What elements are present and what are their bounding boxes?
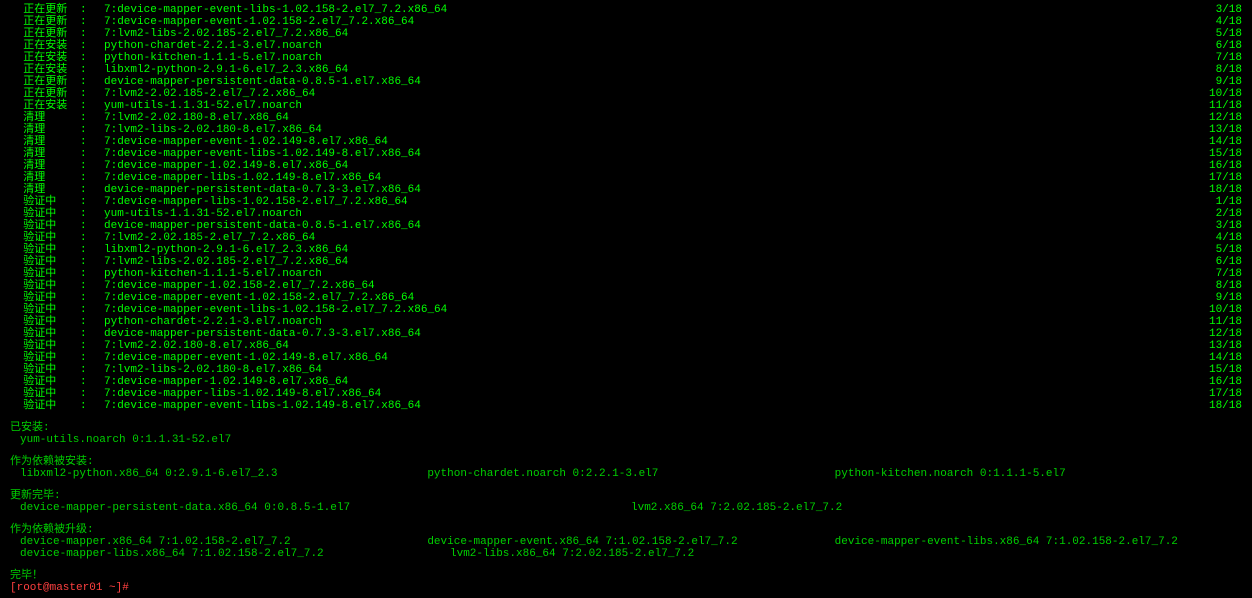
progress-row: 验证中: 7:device-mapper-event-libs-1.02.158…: [10, 304, 1242, 316]
progress-row: 正在安装: libxml2-python-2.9.1-6.el7_2.3.x86…: [10, 64, 1242, 76]
progress-row: 正在更新: 7:device-mapper-event-libs-1.02.15…: [10, 4, 1242, 16]
progress-row: 清理: 7:device-mapper-libs-1.02.149-8.el7.…: [10, 172, 1242, 184]
progress-row: 清理: 7:device-mapper-event-libs-1.02.149-…: [10, 148, 1242, 160]
progress-list: 正在更新: 7:device-mapper-event-libs-1.02.15…: [10, 4, 1242, 412]
progress-row: 清理: 7:device-mapper-1.02.149-8.el7.x86_6…: [10, 160, 1242, 172]
list-item: python-chardet.noarch 0:2.2.1-3.el7: [427, 468, 834, 480]
progress-row: 验证中: device-mapper-persistent-data-0.7.3…: [10, 328, 1242, 340]
dep-updated-section: 作为依赖被升级: device-mapper.x86_64 7:1.02.158…: [10, 524, 1242, 560]
list-item: lvm2.x86_64 7:2.02.185-2.el7_7.2: [631, 502, 1242, 514]
list-item: libxml2-python.x86_64 0:2.9.1-6.el7_2.3: [20, 468, 427, 480]
dep-installed-list: libxml2-python.x86_64 0:2.9.1-6.el7_2.3p…: [10, 468, 1242, 480]
list-item: lvm2-libs.x86_64 7:2.02.185-2.el7_7.2: [450, 548, 880, 560]
progress-row: 验证中: 7:device-mapper-event-1.02.158-2.el…: [10, 292, 1242, 304]
progress-row: 正在安装: python-chardet-2.2.1-3.el7.noarch6…: [10, 40, 1242, 52]
progress-row: 正在安装: python-kitchen-1.1.1-5.el7.noarch7…: [10, 52, 1242, 64]
shell-prompt[interactable]: [root@master01 ~]#: [10, 582, 1242, 594]
progress-row: 正在安装: yum-utils-1.1.31-52.el7.noarch11/1…: [10, 100, 1242, 112]
progress-row: 验证中: device-mapper-persistent-data-0.8.5…: [10, 220, 1242, 232]
progress-row: 验证中: python-kitchen-1.1.1-5.el7.noarch7/…: [10, 268, 1242, 280]
prompt-user: [root@master01 ~]#: [10, 582, 129, 594]
updated-section: 更新完毕: device-mapper-persistent-data.x86_…: [10, 490, 1242, 514]
progress-row: 验证中: 7:lvm2-libs-2.02.185-2.el7_7.2.x86_…: [10, 256, 1242, 268]
updated-header: 更新完毕:: [10, 490, 1242, 502]
list-item: python-kitchen.noarch 0:1.1.1-5.el7: [835, 468, 1242, 480]
progress-row: 正在更新: device-mapper-persistent-data-0.8.…: [10, 76, 1242, 88]
done-line: 完毕！: [10, 570, 1242, 582]
progress-row: 验证中: 7:device-mapper-event-1.02.149-8.el…: [10, 352, 1242, 364]
progress-row: 验证中: libxml2-python-2.9.1-6.el7_2.3.x86_…: [10, 244, 1242, 256]
list-item: device-mapper-libs.x86_64 7:1.02.158-2.e…: [20, 548, 450, 560]
list-item: device-mapper-persistent-data.x86_64 0:0…: [20, 502, 631, 514]
installed-list: yum-utils.noarch 0:1.1.31-52.el7: [10, 434, 1242, 446]
progress-row: 验证中: 7:lvm2-libs-2.02.180-8.el7.x86_6415…: [10, 364, 1242, 376]
updated-list: device-mapper-persistent-data.x86_64 0:0…: [10, 502, 1242, 514]
list-item: yum-utils.noarch 0:1.1.31-52.el7: [20, 434, 1242, 446]
progress-row: 验证中: 7:device-mapper-event-libs-1.02.149…: [10, 400, 1242, 412]
progress-row: 验证中: 7:lvm2-2.02.180-8.el7.x86_6413/18: [10, 340, 1242, 352]
installed-section: 已安装: yum-utils.noarch 0:1.1.31-52.el7: [10, 422, 1242, 446]
progress-row: 验证中: 7:device-mapper-libs-1.02.149-8.el7…: [10, 388, 1242, 400]
dep-updated-list: device-mapper.x86_64 7:1.02.158-2.el7_7.…: [10, 536, 1242, 560]
progress-row: 正在更新: 7:device-mapper-event-1.02.158-2.e…: [10, 16, 1242, 28]
progress-row: 验证中: 7:device-mapper-1.02.158-2.el7_7.2.…: [10, 280, 1242, 292]
progress-row: 清理: 7:lvm2-2.02.180-8.el7.x86_6412/18: [10, 112, 1242, 124]
progress-row: 正在更新: 7:lvm2-2.02.185-2.el7_7.2.x86_6410…: [10, 88, 1242, 100]
progress-row: 清理: 7:device-mapper-event-1.02.149-8.el7…: [10, 136, 1242, 148]
progress-row: 清理: 7:lvm2-libs-2.02.180-8.el7.x86_6413/…: [10, 124, 1242, 136]
installed-header: 已安装:: [10, 422, 1242, 434]
dep-installed-header: 作为依赖被安装:: [10, 456, 1242, 468]
progress-row: 验证中: 7:lvm2-2.02.185-2.el7_7.2.x86_644/1…: [10, 232, 1242, 244]
progress-row: 清理: device-mapper-persistent-data-0.7.3-…: [10, 184, 1242, 196]
progress-row: 验证中: python-chardet-2.2.1-3.el7.noarch11…: [10, 316, 1242, 328]
dep-installed-section: 作为依赖被安装: libxml2-python.x86_64 0:2.9.1-6…: [10, 456, 1242, 480]
progress-row: 正在更新: 7:lvm2-libs-2.02.185-2.el7_7.2.x86…: [10, 28, 1242, 40]
progress-row: 验证中: 7:device-mapper-libs-1.02.158-2.el7…: [10, 196, 1242, 208]
progress-row: 验证中: 7:device-mapper-1.02.149-8.el7.x86_…: [10, 376, 1242, 388]
progress-row: 验证中: yum-utils-1.1.31-52.el7.noarch2/18: [10, 208, 1242, 220]
dep-updated-header: 作为依赖被升级:: [10, 524, 1242, 536]
